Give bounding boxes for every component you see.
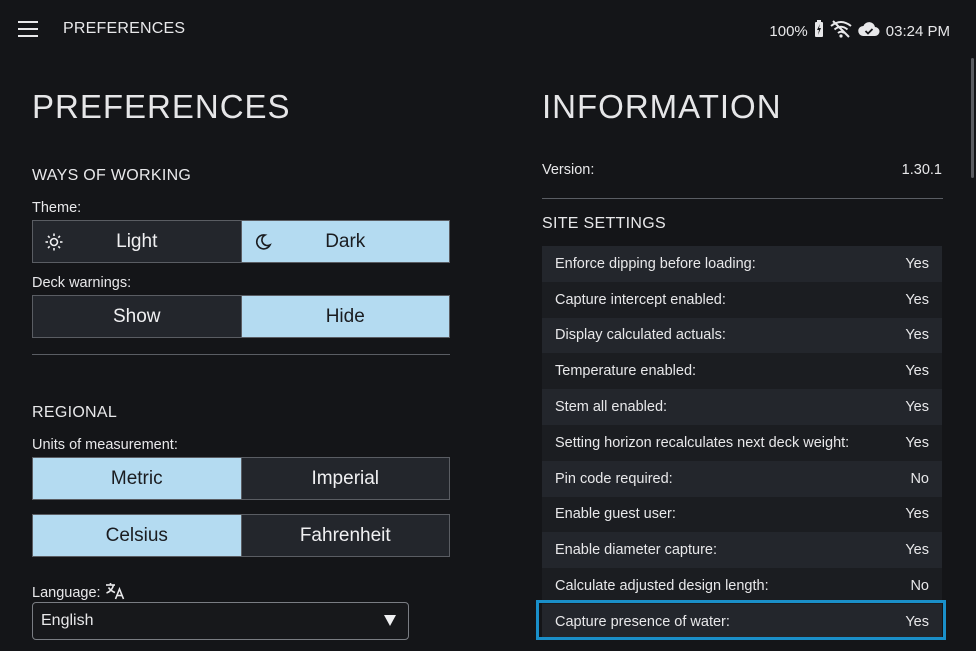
setting-row: Enable diameter capture: Yes bbox=[542, 532, 942, 569]
setting-value: Yes bbox=[905, 327, 929, 344]
units-metric-button[interactable]: Metric bbox=[33, 458, 241, 499]
setting-label: Enable guest user: bbox=[555, 506, 676, 523]
theme-light-label: Light bbox=[116, 230, 158, 252]
units-celsius-button[interactable]: Celsius bbox=[33, 515, 241, 556]
setting-label: Display calculated actuals: bbox=[555, 327, 726, 344]
version-row: Version: 1.30.1 bbox=[542, 162, 942, 178]
status-bar: 100% 03:24 PM bbox=[769, 20, 950, 42]
setting-value: Yes bbox=[905, 399, 929, 416]
theme-toggle: Light Dark bbox=[32, 220, 450, 263]
deck-hide-label: Hide bbox=[325, 305, 365, 327]
deck-warnings-label: Deck warnings: bbox=[32, 275, 132, 291]
deck-hide-button[interactable]: Hide bbox=[240, 296, 449, 337]
setting-row: Capture presence of water: Yes bbox=[542, 603, 942, 640]
units-imperial-button[interactable]: Imperial bbox=[240, 458, 449, 499]
setting-label: Calculate adjusted design length: bbox=[555, 578, 769, 595]
sun-icon bbox=[45, 233, 63, 251]
setting-label: Capture intercept enabled: bbox=[555, 291, 726, 308]
regional-title: REGIONAL bbox=[32, 404, 118, 421]
setting-row: Stem all enabled: Yes bbox=[542, 389, 942, 425]
deck-show-button[interactable]: Show bbox=[33, 296, 241, 337]
units-celsius-label: Celsius bbox=[105, 524, 168, 546]
setting-row: Setting horizon recalculates next deck w… bbox=[542, 424, 942, 461]
setting-row: Calculate adjusted design length: No bbox=[542, 568, 942, 604]
setting-label: Capture presence of water: bbox=[555, 613, 730, 630]
battery-level: 100% bbox=[769, 22, 808, 40]
theme-label: Theme: bbox=[32, 200, 82, 216]
deck-warnings-toggle: Show Hide bbox=[32, 295, 450, 338]
moon-icon bbox=[254, 233, 272, 251]
setting-value: Yes bbox=[905, 542, 929, 559]
setting-value: Yes bbox=[905, 506, 929, 523]
setting-label: Enforce dipping before loading: bbox=[555, 255, 756, 272]
information-heading: INFORMATION bbox=[542, 88, 782, 125]
scrollbar[interactable] bbox=[971, 58, 974, 178]
units-toggle: Metric Imperial bbox=[32, 457, 450, 500]
setting-label: Temperature enabled: bbox=[555, 363, 697, 380]
setting-label: Enable diameter capture: bbox=[555, 542, 718, 559]
translate-icon bbox=[105, 582, 125, 604]
preferences-heading: PREFERENCES bbox=[32, 88, 291, 125]
units-imperial-label: Imperial bbox=[311, 467, 380, 489]
info-divider bbox=[542, 198, 943, 199]
dropdown-arrow-icon bbox=[384, 615, 396, 626]
setting-row: Capture intercept enabled: Yes bbox=[542, 281, 942, 318]
site-settings-list: Enforce dipping before loading: Yes Captu… bbox=[542, 246, 942, 640]
version-label: Version: bbox=[542, 162, 595, 178]
cloud-check-icon bbox=[858, 21, 880, 41]
setting-label: Pin code required: bbox=[555, 470, 673, 487]
setting-row: Enable guest user: Yes bbox=[542, 496, 942, 533]
units-label: Units of measurement: bbox=[32, 437, 178, 453]
setting-value: Yes bbox=[905, 363, 929, 380]
units-fahrenheit-label: Fahrenheit bbox=[299, 524, 391, 546]
setting-row: Display calculated actuals: Yes bbox=[542, 317, 942, 354]
theme-dark-label: Dark bbox=[325, 230, 366, 252]
setting-value: Yes bbox=[905, 434, 929, 451]
deck-show-label: Show bbox=[112, 305, 161, 327]
setting-value: No bbox=[910, 470, 929, 487]
wifi-off-icon bbox=[830, 20, 852, 42]
units-fahrenheit-button[interactable]: Fahrenheit bbox=[240, 515, 449, 556]
theme-light-button[interactable]: Light bbox=[33, 221, 241, 262]
setting-label: Stem all enabled: bbox=[555, 399, 668, 416]
setting-row: Enforce dipping before loading: Yes bbox=[542, 246, 942, 282]
setting-row: Pin code required: No bbox=[542, 460, 942, 497]
setting-value: Yes bbox=[905, 255, 929, 272]
site-settings-title: SITE SETTINGS bbox=[542, 215, 666, 232]
version-value: 1.30.1 bbox=[901, 162, 942, 178]
language-value: English bbox=[41, 612, 94, 629]
section-divider bbox=[32, 354, 450, 355]
language-select[interactable]: English bbox=[32, 602, 409, 640]
app-bar: PREFERENCES 100% 03:24 PM bbox=[0, 0, 976, 58]
clock: 03:24 PM bbox=[885, 22, 950, 40]
menu-icon[interactable] bbox=[18, 21, 38, 37]
setting-value: No bbox=[910, 578, 929, 595]
setting-label: Setting horizon recalculates next deck w… bbox=[555, 434, 850, 451]
setting-value: Yes bbox=[905, 613, 929, 630]
language-label-row: Language: bbox=[32, 582, 125, 604]
battery-charging-icon bbox=[814, 20, 824, 42]
ways-of-working-title: WAYS OF WORKING bbox=[32, 167, 192, 184]
setting-value: Yes bbox=[905, 291, 929, 308]
app-title: PREFERENCES bbox=[63, 20, 186, 37]
temperature-units-toggle: Celsius Fahrenheit bbox=[32, 514, 450, 557]
language-label: Language: bbox=[32, 585, 101, 601]
units-metric-label: Metric bbox=[110, 467, 163, 489]
setting-row: Temperature enabled: Yes bbox=[542, 353, 942, 390]
theme-dark-button[interactable]: Dark bbox=[240, 221, 449, 262]
